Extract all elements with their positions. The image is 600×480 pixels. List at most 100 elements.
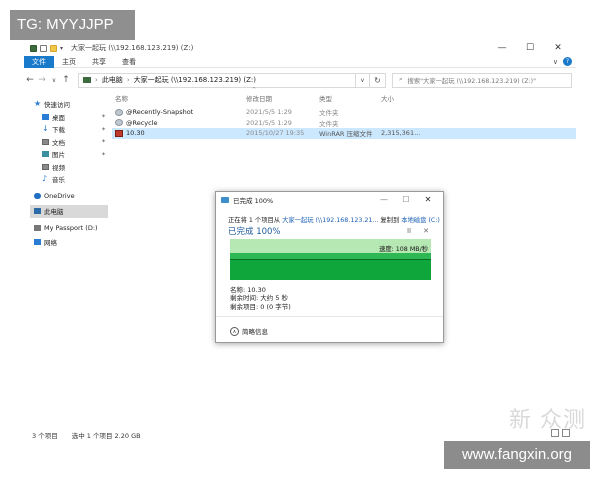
up-button[interactable]: ↑ — [60, 75, 72, 85]
tab-view[interactable]: 查看 — [114, 56, 144, 68]
progress-heading: 已完成 100% — [228, 227, 281, 237]
rar-file-icon — [115, 129, 123, 137]
search-placeholder: 搜索"大家一起玩 (\\192.168.123.219) (Z:)" — [407, 77, 536, 85]
file-row-selected[interactable]: 10.30 2015/10/27 19:35 WinRAR 压缩文件 2,315… — [112, 128, 576, 139]
refresh-button[interactable]: ↻ — [370, 72, 386, 88]
file-date: 2021/5/5 1:29 — [246, 108, 292, 117]
dialog-title-bar: 已完成 100% — ☐ ✕ — [216, 192, 443, 207]
explorer-title-bar: ▾ 大家一起玩 (\\192.168.123.219) (Z:) — ☐ ✕ — [24, 40, 576, 56]
column-header-name[interactable]: 名称 — [112, 93, 246, 103]
music-icon: ♪ — [42, 174, 48, 184]
minimize-button[interactable]: — — [488, 40, 516, 56]
dialog-divider — [216, 316, 443, 317]
quick-access-toolbar: ▾ — [30, 44, 63, 52]
sidebar-item-pictures[interactable]: 图片 ✦ — [30, 148, 108, 161]
pause-button[interactable]: II — [407, 227, 411, 235]
expand-ribbon-icon[interactable]: ∨ — [553, 56, 558, 68]
sidebar-item-label: 图片 — [52, 151, 65, 160]
pin-icon: ✦ — [100, 125, 106, 133]
copy-mid: 复制到 — [378, 217, 402, 224]
back-button[interactable]: ← — [24, 75, 36, 85]
time-remaining: 剩余时间: 大约 5 秒 — [230, 294, 289, 303]
maximize-button[interactable]: ☐ — [516, 40, 544, 56]
file-size: 2,315,361... — [381, 129, 421, 138]
this-pc-icon — [83, 77, 91, 83]
column-header-type[interactable]: 类型 — [319, 93, 381, 103]
address-dropdown-button[interactable]: ∨ — [356, 72, 370, 88]
sidebar-item-label: 桌面 — [52, 113, 65, 122]
document-icon — [42, 138, 49, 145]
sidebar-item-downloads[interactable]: ↓ 下载 ✦ — [30, 123, 108, 136]
sidebar-item-label: 下载 — [52, 126, 65, 135]
file-row[interactable]: @Recycle 2021/5/5 1:29 文件夹 — [112, 118, 576, 129]
navigation-pane: ★ 快速访问 桌面 ✦ ↓ 下载 ✦ 文档 ✦ 图片 ✦ 视频 ♪ 音乐 One… — [30, 98, 108, 249]
address-bar[interactable]: › 此电脑 › 大家一起玩 (\\192.168.123.219) (Z:) — [78, 72, 356, 88]
search-input[interactable]: ⌕ 搜索"大家一起玩 (\\192.168.123.219) (Z:)" — [392, 72, 572, 88]
column-header-size[interactable]: 大小 — [381, 93, 441, 103]
dialog-minimize-button[interactable]: — — [373, 192, 395, 207]
this-pc-icon — [30, 44, 37, 52]
breadcrumb-drive[interactable]: 大家一起玩 (\\192.168.123.219) (Z:) — [134, 75, 256, 85]
sidebar-item-documents[interactable]: 文档 ✦ — [30, 136, 108, 149]
column-header-date[interactable]: 修改日期 — [246, 93, 319, 103]
source-link[interactable]: 大家一起玩 (\\192.168.123.21... — [282, 217, 378, 224]
items-remaining: 剩余项目: 0 (0 字节) — [230, 302, 291, 311]
sidebar-item-this-pc[interactable]: 此电脑 — [30, 205, 108, 218]
item-count: 3 个项目 — [32, 432, 58, 440]
file-name: @Recycle — [126, 118, 158, 127]
sidebar-item-label: My Passport (D:) — [44, 223, 98, 232]
star-icon: ★ — [34, 99, 42, 109]
tab-home[interactable]: 主页 — [54, 56, 84, 68]
folder-gear-icon — [115, 108, 123, 116]
copy-description: 正在将 1 个项目从 大家一起玩 (\\192.168.123.21... 复制… — [228, 215, 440, 224]
properties-icon[interactable] — [40, 44, 47, 52]
selection-info: 选中 1 个项目 2.20 GB — [71, 432, 141, 440]
dialog-maximize-button[interactable]: ☐ — [395, 192, 417, 207]
sort-arrow-icon: ^ — [252, 87, 257, 93]
sidebar-item-onedrive[interactable]: OneDrive — [30, 190, 108, 203]
file-row[interactable]: @Recently-Snapshot 2021/5/5 1:29 文件夹 — [112, 107, 576, 118]
sidebar-item-label: 此电脑 — [44, 208, 64, 217]
file-type: 文件夹 — [319, 119, 339, 128]
video-icon — [42, 163, 49, 170]
copy-icon — [221, 196, 229, 203]
close-button[interactable]: ✕ — [544, 40, 572, 56]
sidebar-item-network[interactable]: 网络 — [30, 236, 108, 249]
watermark-tag: TG: MYYJJPP — [10, 10, 135, 40]
file-date: 2015/10/27 19:35 — [246, 129, 305, 138]
tab-file[interactable]: 文件 — [24, 55, 54, 68]
desktop-icon — [42, 113, 49, 120]
sidebar-item-music[interactable]: ♪ 音乐 — [30, 173, 108, 186]
sidebar-item-label: OneDrive — [44, 191, 75, 200]
cancel-transfer-button[interactable]: ✕ — [423, 227, 429, 235]
window-title: 大家一起玩 (\\192.168.123.219) (Z:) — [71, 44, 194, 52]
breadcrumb-separator: › — [126, 76, 130, 84]
sidebar-item-desktop[interactable]: 桌面 ✦ — [30, 111, 108, 124]
help-icon[interactable]: ? — [563, 57, 572, 66]
navigation-bar: ← → ∨ ↑ › 此电脑 › 大家一起玩 (\\192.168.123.219… — [24, 71, 576, 89]
dialog-close-button[interactable]: ✕ — [417, 192, 439, 207]
less-info-button[interactable]: ∧ 简略信息 — [230, 326, 268, 336]
chevron-up-icon: ∧ — [230, 326, 239, 336]
tab-share[interactable]: 共享 — [84, 56, 114, 68]
sidebar-item-videos[interactable]: 视频 — [30, 161, 108, 174]
forward-button[interactable]: → — [36, 75, 48, 85]
sidebar-item-my-passport[interactable]: My Passport (D:) — [30, 222, 108, 235]
network-icon — [34, 239, 41, 246]
dialog-title: 已完成 100% — [233, 196, 274, 205]
file-type: WinRAR 压缩文件 — [319, 130, 373, 139]
folder-gear-icon — [115, 119, 123, 127]
recent-locations-button[interactable]: ∨ — [48, 77, 60, 84]
sidebar-item-quick-access[interactable]: ★ 快速访问 — [30, 98, 108, 111]
new-folder-icon[interactable] — [50, 44, 57, 52]
sidebar-item-label: 快速访问 — [44, 101, 70, 110]
less-info-label: 简略信息 — [242, 328, 268, 336]
pin-icon: ✦ — [100, 138, 106, 146]
transfer-controls: II ✕ — [407, 227, 429, 235]
destination-link[interactable]: 本地磁盘 (C:) — [401, 217, 440, 224]
graph-speed-line — [230, 259, 431, 260]
breadcrumb-this-pc[interactable]: 此电脑 — [102, 75, 123, 85]
onedrive-icon — [34, 192, 41, 199]
sidebar-item-label: 音乐 — [52, 176, 65, 185]
customize-toolbar-icon[interactable]: ▾ — [60, 45, 63, 52]
